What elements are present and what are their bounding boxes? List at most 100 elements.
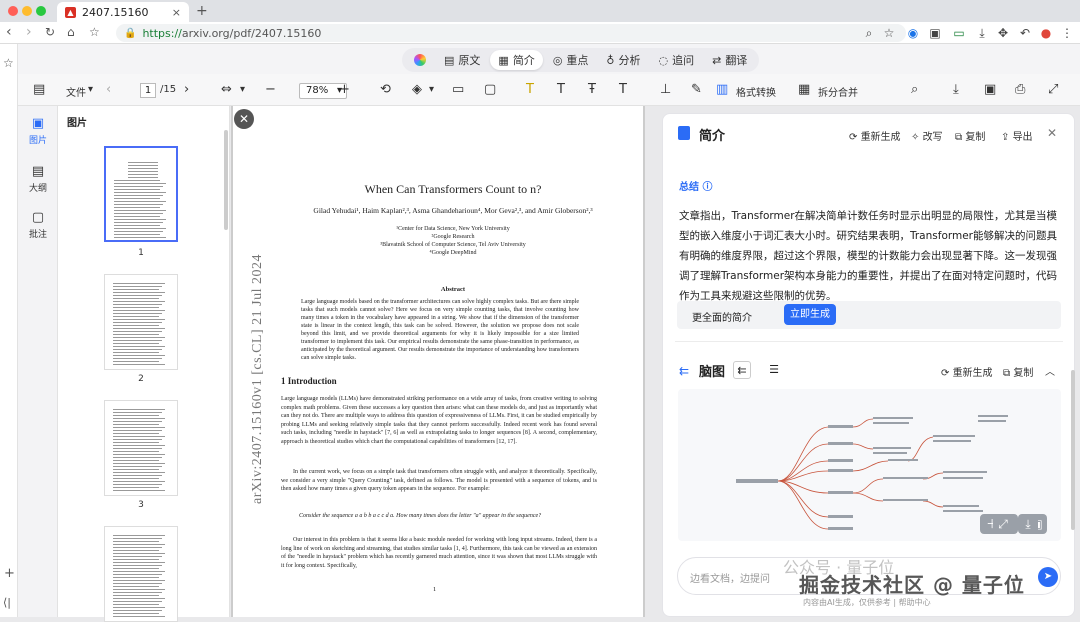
fullscreen-icon[interactable]: ⤢ (1048, 82, 1058, 97)
mindmap-copy-button[interactable]: ⧉ 复制 (1003, 364, 1033, 379)
menu-dots-icon[interactable]: ⋮ (1060, 26, 1074, 40)
outline-view-icon[interactable]: ☰ (765, 361, 783, 379)
thumbnail-text-line (113, 454, 165, 455)
translate-icon: ⇄ (712, 53, 722, 67)
rewrite-button[interactable]: ✧ 改写 (911, 128, 943, 143)
zoom-in-icon[interactable]: + (339, 82, 350, 97)
split-merge-button[interactable]: 拆分合并 (818, 84, 858, 99)
search-doc-icon[interactable]: ⌕ (911, 82, 918, 97)
undo-icon[interactable]: ↶ (1018, 26, 1032, 40)
thumbnail-panel: 图片 1 2 3 (58, 106, 230, 622)
minimize-window-button[interactable] (22, 6, 32, 16)
thumbnail-text-line (114, 180, 160, 181)
tab-translate[interactable]: ⇄ 翻译 (704, 50, 755, 70)
address-bar: ‹ › ↻ ⌂ ☆ 🔒 https:// arxiv.org /pdf/2407… (0, 22, 1080, 44)
split-merge-icon[interactable]: ▦ (798, 82, 810, 97)
url-input[interactable]: 🔒 https:// arxiv.org /pdf/2407.15160 (116, 24, 906, 42)
convert-icon[interactable]: ▥ (716, 82, 728, 97)
home-icon[interactable]: ⌂ (67, 25, 75, 39)
fullscreen-icon[interactable]: ⤢ (993, 514, 1013, 534)
thumbnail-text-line (113, 322, 162, 323)
favorite-star-icon[interactable]: ☆ (882, 26, 896, 40)
save-icon[interactable]: ▣ (984, 82, 996, 97)
format-convert-button[interactable]: 格式转换 (736, 84, 776, 99)
close-icon[interactable]: ✕ (234, 109, 254, 129)
generate-now-button[interactable]: 立即生成 (784, 304, 836, 325)
tab-close-button[interactable]: × (172, 6, 181, 19)
browser-tab[interactable]: ▲ 2407.15160 × (57, 2, 189, 22)
text-highlight-icon[interactable]: T (526, 82, 534, 97)
sidebar-item-comments[interactable]: ▢ 批注 (18, 210, 58, 240)
thumbnail-text-line (113, 292, 165, 293)
add-icon[interactable]: + (4, 566, 15, 581)
close-window-button[interactable] (8, 6, 18, 16)
maximize-window-button[interactable] (36, 6, 46, 16)
thumbnail-text-line (113, 589, 165, 590)
text-icon[interactable]: T (557, 82, 565, 97)
download-icon[interactable]: ⤓ (975, 26, 989, 40)
search-icon[interactable]: ⌕ (862, 26, 876, 40)
highlight-fill-icon[interactable]: ◈ (412, 82, 422, 97)
page-thumbnail-3[interactable] (104, 400, 178, 496)
rotate-icon[interactable]: ⟲ (380, 82, 391, 97)
extension-globe-icon[interactable]: ◉ (906, 26, 920, 40)
download-icon[interactable]: ⤓ (953, 82, 959, 97)
page-number-input[interactable]: 1 (140, 83, 156, 98)
zoom-out-icon[interactable]: − (265, 82, 276, 97)
bookmark-star-icon[interactable]: ☆ (89, 25, 100, 39)
new-tab-button[interactable]: + (196, 3, 208, 19)
mindmap-view-icon[interactable]: ⇇ (733, 361, 751, 379)
tab-keypoints[interactable]: ◎ 重点 (545, 50, 597, 70)
document-viewer[interactable]: arXiv:2407.15160v1 [cs.CL] 21 Jul 2024 W… (231, 106, 645, 617)
thumbnail-text-line (113, 409, 165, 410)
affiliation: ⁴Google DeepMind (429, 250, 477, 256)
profile-icon[interactable]: ● (1039, 26, 1053, 40)
extension-box-icon[interactable]: ▣ (928, 26, 942, 40)
sidebar-item-outline[interactable]: ▤ 大纲 (18, 164, 58, 194)
mindmap-regenerate-button[interactable]: ⟳ 重新生成 (941, 364, 993, 379)
thumbnail-scrollbar[interactable] (224, 130, 228, 230)
page-thumbnail-2[interactable] (104, 274, 178, 370)
copy-button[interactable]: ⧉ 复制 (955, 128, 985, 143)
collapse-icon[interactable]: ⟨| (3, 596, 11, 609)
fit-width-icon[interactable]: ⇔ (221, 82, 232, 97)
download-icon[interactable]: ⤓ (1018, 514, 1038, 534)
export-button[interactable]: ⇪ 导出 (1001, 128, 1033, 143)
star-icon[interactable]: ☆ (3, 56, 14, 70)
collapse-chevron-icon[interactable]: ︿ (1045, 363, 1055, 378)
thumbnail-text-line (114, 198, 160, 199)
close-icon[interactable]: ✕ (1047, 126, 1057, 140)
tab-summary[interactable]: ▦ 简介 (490, 50, 543, 70)
panel-scrollbar[interactable] (1071, 370, 1075, 530)
tab-followup[interactable]: ◌ 追问 (650, 50, 702, 70)
page-thumbnail-4[interactable] (104, 526, 178, 622)
file-menu[interactable]: 文件 (66, 84, 86, 99)
print-icon[interactable]: ⎙ (1015, 82, 1025, 97)
send-icon[interactable]: ➤ (1038, 567, 1058, 587)
reload-icon[interactable]: ↻ (45, 25, 55, 39)
tab-original[interactable]: ▤ 原文 (436, 50, 488, 70)
regenerate-button[interactable]: ⟳ 重新生成 (849, 128, 901, 143)
text-strike-icon[interactable]: Ŧ (588, 82, 596, 97)
extensions-puzzle-icon[interactable]: ✥ (996, 26, 1010, 40)
thumbnail-text-line (114, 204, 163, 205)
comment-icon[interactable]: ▢ (484, 82, 496, 97)
prev-page-icon[interactable]: ‹ (106, 82, 111, 97)
sign-icon[interactable]: ✎ (691, 82, 702, 97)
tab-analysis[interactable]: ♁ 分析 (598, 50, 648, 70)
back-arrow-icon[interactable]: ‹ (6, 24, 12, 40)
forward-arrow-icon[interactable]: › (26, 24, 32, 40)
sidebar-item-images[interactable]: ▣ 图片 (18, 116, 58, 146)
thumbnail-text-line (113, 412, 162, 413)
ai-logo-icon[interactable] (406, 50, 434, 70)
outline-icon: ▤ (31, 164, 45, 179)
battery-icon[interactable]: ▭ (952, 26, 966, 40)
next-page-arrow-icon[interactable]: › (184, 82, 189, 97)
url-scheme: https:// (142, 26, 182, 40)
stamp-icon[interactable]: ⊥ (660, 82, 671, 97)
sidebar-toggle-icon[interactable]: ▤ (33, 82, 45, 97)
text-box-icon[interactable]: T (619, 82, 627, 97)
disclaimer: 内容由AI生成，仅供参考 | 帮助中心 (803, 598, 931, 607)
page-thumbnail-1[interactable] (104, 146, 178, 242)
note-icon[interactable]: ▭ (452, 82, 464, 97)
